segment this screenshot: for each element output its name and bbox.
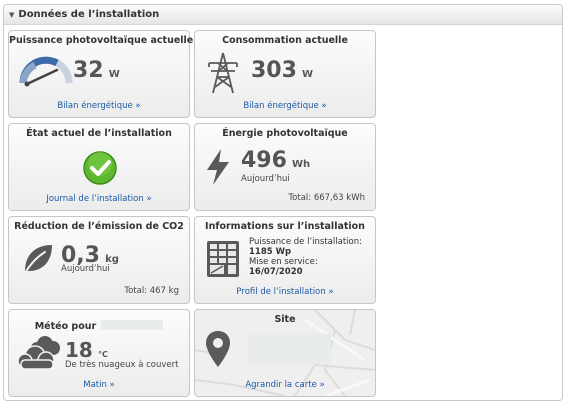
installed-power-value: 1185 Wp xyxy=(249,247,292,257)
map-pin-icon xyxy=(206,331,230,367)
installation-info-title: Informations sur l’installation xyxy=(205,221,365,232)
weather-unit: °C xyxy=(97,350,108,359)
consumption-reading: 303 W xyxy=(251,58,313,83)
weather-reading: 18 °C xyxy=(65,338,108,362)
installation-profile-link[interactable]: Profil de l’installation » xyxy=(195,287,375,297)
installation-info-details: Puissance de l’installation: 1185 Wp Mis… xyxy=(249,237,362,275)
tile-pv-power: Puissance photovoltaïque actuelle 32 W B… xyxy=(8,30,194,118)
solar-panel-grid-icon xyxy=(207,241,239,277)
gauge-icon xyxy=(19,56,73,87)
pv-energy-period: Aujourd’hui xyxy=(241,174,290,184)
commissioning-label: Mise en service: xyxy=(249,257,318,267)
panel-title: Données de l’installation xyxy=(18,9,160,20)
pv-power-value: 32 xyxy=(73,58,104,83)
commissioning-date: 16/07/2020 xyxy=(249,267,303,275)
tile-co2: Réduction de l’émission de CO2 0,3 kg Au… xyxy=(8,216,190,304)
consumption-title: Consommation actuelle xyxy=(222,35,348,46)
pv-energy-title: Énergie photovoltaïque xyxy=(222,128,348,139)
co2-total: Total: 467 kg xyxy=(124,286,179,296)
status-ok-check-icon xyxy=(83,151,117,185)
collapse-triangle-icon[interactable]: ▼ xyxy=(9,11,14,19)
tile-site: Site Agrandir la carte » xyxy=(194,309,376,397)
tile-weather: Météo pour 18 °C De très nuageux à couve… xyxy=(8,309,190,397)
consumption-energy-balance-link[interactable]: Bilan énergétique » xyxy=(195,101,375,111)
pv-energy-value: 496 xyxy=(241,148,287,173)
consumption-value: 303 xyxy=(251,58,297,83)
installation-log-link[interactable]: Journal de l’installation » xyxy=(9,194,189,204)
weather-title-row: Météo pour xyxy=(9,314,189,333)
power-pylon-icon xyxy=(208,52,238,94)
co2-period: Aujourd’hui xyxy=(61,264,110,274)
co2-title: Réduction de l’émission de CO2 xyxy=(14,221,184,232)
tile-consumption: Consommation actuelle 303 W Bilan énergé… xyxy=(194,30,376,118)
tile-status: État actuel de l’installation Journal de… xyxy=(8,123,190,211)
installed-power-label: Puissance de l’installation: xyxy=(249,237,362,247)
address-redacted xyxy=(247,334,331,364)
weather-title: Météo pour xyxy=(34,321,97,332)
pv-energy-unit: Wh xyxy=(292,159,311,170)
pv-power-energy-balance-link[interactable]: Bilan énergétique » xyxy=(9,101,189,111)
pv-energy-reading: 496 Wh xyxy=(241,148,310,173)
enlarge-map-link[interactable]: Agrandir la carte » xyxy=(195,380,375,390)
pv-power-title: Puissance photovoltaïque actuelle xyxy=(9,35,194,46)
status-title: État actuel de l’installation xyxy=(26,128,172,139)
tile-installation-info: Informations sur l’installation Puissanc… xyxy=(194,216,376,304)
pv-energy-total: Total: 667,63 kWh xyxy=(288,193,365,203)
pv-power-unit: W xyxy=(108,69,120,80)
consumption-unit: W xyxy=(302,69,314,80)
location-redacted xyxy=(101,319,164,330)
site-title: Site xyxy=(274,314,296,325)
cloudy-weather-icon xyxy=(17,336,60,370)
weather-temp: 18 xyxy=(65,338,93,362)
weather-morning-link[interactable]: Matin » xyxy=(9,380,189,390)
weather-description: De très nuageux à couvert xyxy=(65,360,179,370)
tile-pv-energy: Énergie photovoltaïque 496 Wh Aujourd’hu… xyxy=(194,123,376,211)
pv-power-reading: 32 W xyxy=(73,58,120,83)
panel-header[interactable]: ▼ Données de l’installation xyxy=(4,5,562,25)
lightning-bolt-icon xyxy=(207,149,229,185)
leaf-icon xyxy=(24,245,52,274)
